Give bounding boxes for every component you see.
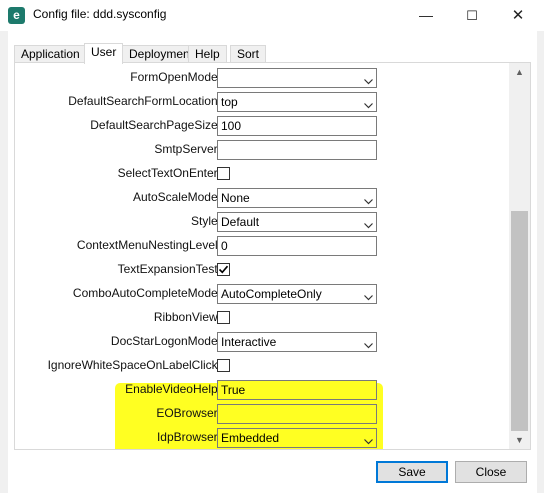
maximize-button[interactable]: ☐ [449,0,495,31]
vertical-scrollbar[interactable]: ▲ ▼ [509,63,530,449]
property-row-default-search-form-location: DefaultSearchFormLocation: top [15,91,507,115]
tab-sort[interactable]: Sort [230,45,267,63]
text-expansion-test-checkbox[interactable] [217,263,230,276]
enable-video-help-input[interactable]: True [217,380,377,400]
doc-star-logon-mode-dropdown[interactable]: Interactive [217,332,377,352]
form-open-mode-dropdown[interactable] [217,68,377,88]
property-row-select-text-on-enter: SelectTextOnEnter: [15,163,507,187]
property-row-default-search-page-size: DefaultSearchPageSize: 100 [15,115,507,139]
scroll-up-arrow-icon[interactable]: ▲ [509,63,530,81]
close-button[interactable]: Close [455,461,527,483]
property-grid: FormOpenMode: DefaultSearchFormLocation: t… [15,63,507,449]
property-label: AutoScaleMode: [132,190,221,204]
context-menu-nesting-level-input[interactable]: 0 [217,236,377,256]
field-value: None [221,191,250,205]
property-row-form-open-mode: FormOpenMode: [15,67,507,91]
window-title: Config file: ddd.sysconfig [33,7,167,21]
scroll-thumb[interactable] [511,211,528,431]
field-value: 0 [221,239,228,253]
field-value: True [221,383,246,397]
property-label: TextExpansionTest: [117,262,221,276]
property-label: EnableVideoHelp: [125,382,221,396]
eobrowser-input[interactable] [217,404,377,424]
chevron-down-icon[interactable] [364,290,373,301]
property-row-auto-scale-mode: AutoScaleMode: None [15,187,507,211]
property-row-combo-auto-complete-mode: ComboAutoCompleteMode: AutoCompleteOnly [15,283,507,307]
idp-browser-dropdown[interactable]: Embedded [217,428,377,448]
default-search-form-location-dropdown[interactable]: top [217,92,377,112]
property-label: ContextMenuNestingLevel: [76,238,221,252]
property-label: DefaultSearchPageSize: [90,118,221,132]
chevron-down-icon[interactable] [364,338,373,349]
minimize-button[interactable]: — [403,0,449,31]
property-label: SelectTextOnEnter: [117,166,221,180]
property-label: FormOpenMode: [130,70,221,84]
field-value: AutoCompleteOnly [221,287,322,301]
default-search-page-size-input[interactable]: 100 [217,116,377,136]
save-button[interactable]: Save [376,461,448,483]
property-row-style: Style: Default [15,211,507,235]
field-value: Interactive [221,335,277,349]
chevron-down-icon[interactable] [364,434,373,445]
auto-scale-mode-dropdown[interactable]: None [217,188,377,208]
property-row-text-expansion-test: TextExpansionTest: [15,259,507,283]
property-row-idp-browser: IdpBrowser: Embedded [15,427,507,449]
field-value: Embedded [221,431,280,445]
property-label: IdpBrowser: [156,430,221,444]
scroll-down-arrow-icon[interactable]: ▼ [509,431,530,449]
combo-auto-complete-mode-dropdown[interactable]: AutoCompleteOnly [217,284,377,304]
smtp-server-input[interactable] [217,140,377,160]
property-row-doc-star-logon-mode: DocStarLogonMode: Interactive [15,331,507,355]
ribbon-view-checkbox[interactable] [217,311,230,324]
property-label: ComboAutoCompleteMode: [72,286,221,300]
property-label: RibbonView: [153,310,221,324]
window-right-edge [537,31,544,493]
select-text-on-enter-checkbox[interactable] [217,167,230,180]
properties-panel: FormOpenMode: DefaultSearchFormLocation: t… [14,62,531,450]
chevron-down-icon[interactable] [364,74,373,85]
property-row-smtp-server: SmtpServer: [15,139,507,163]
property-row-context-menu-nesting-level: ContextMenuNestingLevel: 0 [15,235,507,259]
field-value: 100 [221,119,242,133]
tab-user[interactable]: User [84,43,124,64]
property-label: DefaultSearchFormLocation: [68,94,221,108]
chevron-down-icon[interactable] [364,194,373,205]
close-window-button[interactable]: ✕ [495,0,541,31]
ignore-white-space-on-label-click-checkbox[interactable] [217,359,230,372]
tab-help[interactable]: Help [188,45,227,63]
chevron-down-icon[interactable] [364,218,373,229]
style-dropdown[interactable]: Default [217,212,377,232]
property-label: DocStarLogonMode: [110,334,221,348]
window-left-edge [0,31,8,493]
property-label: EOBrowser: [156,406,221,420]
property-row-eobrowser: EOBrowser: [15,403,507,427]
title-bar: e Config file: ddd.sysconfig — ☐ ✕ [0,0,544,31]
property-label: SmtpServer: [154,142,221,156]
field-value: top [221,95,238,109]
tab-application[interactable]: Application [14,45,87,63]
app-icon: e [8,7,25,24]
property-row-ribbon-view: RibbonView: [15,307,507,331]
property-row-enable-video-help: EnableVideoHelp: True [15,379,507,403]
field-value: Default [221,215,260,229]
property-label: IgnoreWhiteSpaceOnLabelClick: [47,358,221,372]
property-row-ignore-white-space-on-label-click: IgnoreWhiteSpaceOnLabelClick: [15,355,507,379]
chevron-down-icon[interactable] [364,98,373,109]
